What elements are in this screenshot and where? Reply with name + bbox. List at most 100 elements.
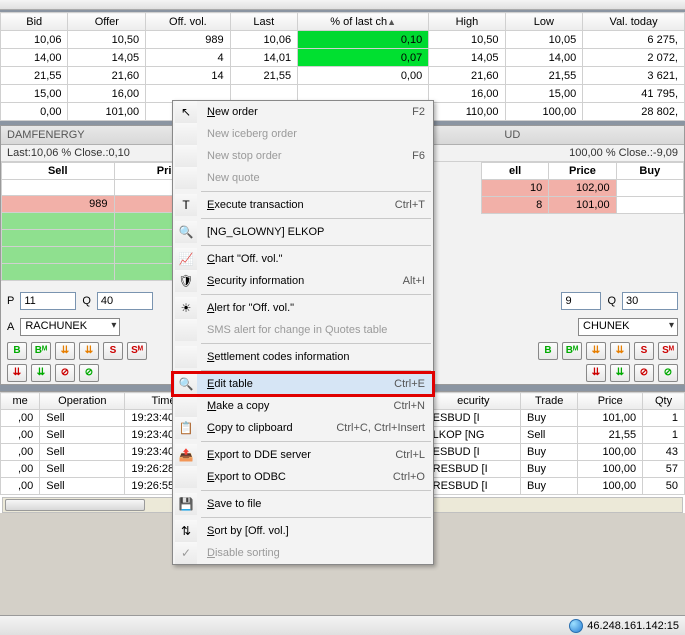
quotes-col-header[interactable]: Last bbox=[230, 13, 297, 31]
menu-item[interactable]: Settlement codes information bbox=[173, 346, 433, 368]
cell: 14,05 bbox=[429, 49, 505, 67]
depth-col-header[interactable]: Price bbox=[549, 163, 616, 180]
depth-table-right[interactable]: ellPriceBuy 10102,008101,00 bbox=[481, 162, 684, 214]
quotes-col-header[interactable]: % of last ch▲ bbox=[298, 13, 429, 31]
menu-label: New quote bbox=[203, 172, 419, 184]
quotes-row[interactable]: 10,0610,5098910,060,1010,5010,056 275, bbox=[1, 31, 685, 49]
menu-item[interactable]: ☀Alert for "Off. vol." bbox=[173, 297, 433, 319]
q-input-right[interactable] bbox=[622, 292, 678, 310]
p-label: P bbox=[7, 295, 14, 307]
mini-button[interactable]: ⇊ bbox=[79, 342, 99, 360]
mini-button[interactable]: Bᴹ bbox=[562, 342, 582, 360]
mini-button[interactable]: ⇊ bbox=[610, 364, 630, 382]
scroll-thumb[interactable] bbox=[5, 499, 145, 511]
mini-button[interactable]: ⇊ bbox=[7, 364, 27, 382]
cell: 989 bbox=[2, 196, 115, 213]
menu-item[interactable]: ↖New orderF2 bbox=[173, 101, 433, 123]
mini-button[interactable]: B bbox=[538, 342, 558, 360]
menu-item[interactable]: 🔍Edit tableCtrl+E bbox=[173, 373, 433, 395]
mini-button[interactable]: ⊘ bbox=[658, 364, 678, 382]
menu-icon: 💾 bbox=[175, 493, 197, 515]
cell: 14,01 bbox=[230, 49, 297, 67]
menu-label: Chart "Off. vol." bbox=[203, 253, 419, 265]
quotes-col-header[interactable]: Low bbox=[505, 13, 583, 31]
menu-item[interactable]: 📋Copy to clipboardCtrl+C, Ctrl+Insert bbox=[173, 417, 433, 439]
menu-separator bbox=[201, 370, 431, 371]
quotes-col-header[interactable]: Bid bbox=[1, 13, 68, 31]
menu-item[interactable]: 📈Chart "Off. vol." bbox=[173, 248, 433, 270]
quotes-col-header[interactable]: High bbox=[429, 13, 505, 31]
quotes-row[interactable]: 14,0014,05414,010,0714,0514,002 072, bbox=[1, 49, 685, 67]
mini-button[interactable]: ⊘ bbox=[634, 364, 654, 382]
mini-button[interactable]: B bbox=[7, 342, 27, 360]
account-combo-right[interactable]: CHUNEK bbox=[578, 318, 678, 336]
cell: ,00 bbox=[1, 478, 40, 495]
menu-separator bbox=[201, 517, 431, 518]
trades-col-header[interactable]: Qty bbox=[643, 393, 685, 410]
cell bbox=[616, 197, 683, 214]
cell: 15,00 bbox=[1, 85, 68, 103]
menu-label: Export to DDE server bbox=[203, 449, 389, 461]
trades-col-header[interactable]: me bbox=[1, 393, 40, 410]
quotes-col-header[interactable]: Offer bbox=[68, 13, 146, 31]
account-combo[interactable]: RACHUNEK bbox=[20, 318, 120, 336]
trades-col-header[interactable]: Price bbox=[578, 393, 643, 410]
mini-button[interactable]: ⇊ bbox=[586, 342, 606, 360]
mini-button[interactable]: Bᴹ bbox=[31, 342, 51, 360]
window-toolbar bbox=[0, 0, 685, 10]
q-input[interactable] bbox=[97, 292, 153, 310]
trades-col-header[interactable]: ecurity bbox=[426, 393, 520, 410]
p-input-right[interactable] bbox=[561, 292, 601, 310]
menu-icon: ↖ bbox=[175, 101, 197, 123]
cell: 16,00 bbox=[68, 85, 146, 103]
quotes-col-header[interactable]: Off. vol. bbox=[146, 13, 230, 31]
menu-label: Sort by [Off. vol.] bbox=[203, 525, 419, 537]
cell: Buy bbox=[521, 461, 578, 478]
menu-item[interactable]: Export to ODBCCtrl+O bbox=[173, 466, 433, 488]
context-menu[interactable]: ↖New orderF2New iceberg orderNew stop or… bbox=[172, 100, 434, 565]
cell: 41 795, bbox=[583, 85, 685, 103]
menu-icon: ✓ bbox=[175, 542, 197, 564]
depth-row[interactable]: 10102,00 bbox=[481, 180, 683, 197]
depth-col-header[interactable]: Sell bbox=[2, 163, 115, 180]
menu-item[interactable]: 💾Save to file bbox=[173, 493, 433, 515]
menu-item[interactable]: 🔍[NG_GLOWNY] ELKOP bbox=[173, 221, 433, 243]
mini-button[interactable]: ⊘ bbox=[79, 364, 99, 382]
cell: RESBUD [I bbox=[426, 478, 520, 495]
mini-button[interactable]: S bbox=[103, 342, 123, 360]
mini-button[interactable]: Sᴹ bbox=[127, 342, 147, 360]
mini-button[interactable]: ⇊ bbox=[586, 364, 606, 382]
mini-button[interactable]: Sᴹ bbox=[658, 342, 678, 360]
menu-item[interactable]: Make a copyCtrl+N bbox=[173, 395, 433, 417]
cell: Sell bbox=[40, 410, 125, 427]
cell: Sell bbox=[40, 461, 125, 478]
menu-item[interactable]: 📤Export to DDE serverCtrl+L bbox=[173, 444, 433, 466]
mini-button[interactable]: ⇊ bbox=[31, 364, 51, 382]
depth-col-header[interactable]: Buy bbox=[616, 163, 683, 180]
p-input[interactable] bbox=[20, 292, 76, 310]
mini-button[interactable]: ⇊ bbox=[610, 342, 630, 360]
cell: 0,00 bbox=[298, 67, 429, 85]
menu-accelerator: Ctrl+T bbox=[395, 199, 427, 211]
menu-label: [NG_GLOWNY] ELKOP bbox=[203, 226, 419, 238]
menu-separator bbox=[201, 294, 431, 295]
quotes-row[interactable]: 21,5521,601421,550,0021,6021,553 621, bbox=[1, 67, 685, 85]
mini-button[interactable]: ⊘ bbox=[55, 364, 75, 382]
trades-col-header[interactable]: Trade bbox=[521, 393, 578, 410]
cell: 15,00 bbox=[505, 85, 583, 103]
trades-col-header[interactable]: Operation bbox=[40, 393, 125, 410]
depth-row[interactable]: 8101,00 bbox=[481, 197, 683, 214]
mini-button[interactable]: ⇊ bbox=[55, 342, 75, 360]
quotes-col-header[interactable]: Val. today bbox=[583, 13, 685, 31]
menu-item[interactable]: ⇅Sort by [Off. vol.] bbox=[173, 520, 433, 542]
cell: 100,00 bbox=[578, 478, 643, 495]
depth-col-header[interactable]: ell bbox=[481, 163, 548, 180]
cell: 10,50 bbox=[429, 31, 505, 49]
mini-button[interactable]: S bbox=[634, 342, 654, 360]
menu-icon: 📤 bbox=[175, 444, 197, 466]
menu-item[interactable]: TExecute transactionCtrl+T bbox=[173, 194, 433, 216]
menu-label: Alert for "Off. vol." bbox=[203, 302, 419, 314]
menu-label: Export to ODBC bbox=[203, 471, 387, 483]
cell: 102,00 bbox=[549, 180, 616, 197]
menu-item[interactable]: 🛡Security informationAlt+I bbox=[173, 270, 433, 292]
